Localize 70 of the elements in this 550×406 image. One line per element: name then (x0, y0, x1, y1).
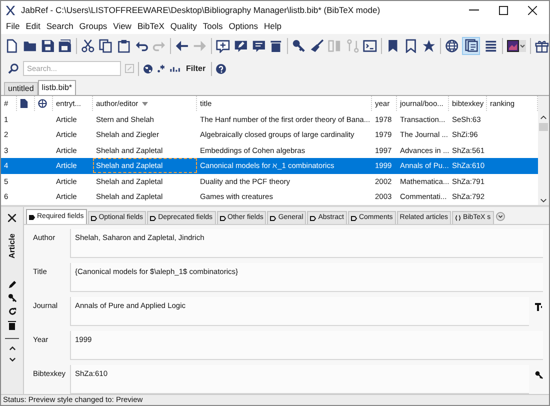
menu-item[interactable]: Options (226, 20, 261, 34)
braces-icon (455, 215, 462, 221)
tag-icon (350, 216, 357, 220)
tag-icon (29, 214, 35, 220)
scrollbar-thumb[interactable] (539, 122, 548, 131)
maximize-icon[interactable] (499, 6, 508, 15)
help-icon[interactable] (216, 64, 226, 74)
bookmark-icon[interactable] (386, 38, 400, 53)
menu-item[interactable]: BibTeX (134, 20, 168, 34)
tag-icon (220, 216, 226, 220)
key-icon[interactable] (292, 38, 306, 53)
menu-item[interactable]: File (3, 20, 23, 34)
new-file-icon[interactable] (5, 38, 19, 53)
documents-icon (464, 39, 478, 52)
entry-preview-toggle[interactable] (462, 36, 480, 55)
close-icon[interactable] (8, 214, 16, 222)
regex-icon[interactable] (157, 64, 166, 74)
clipboard-icon[interactable] (116, 38, 131, 53)
bookmark-outline-icon[interactable] (404, 38, 418, 53)
vertical-scrollbar[interactable] (538, 96, 549, 206)
tab-list-dropdown-icon[interactable] (496, 212, 505, 221)
sort-descending-icon (142, 102, 148, 106)
folder-icon[interactable] (22, 38, 37, 53)
scroll-up-icon[interactable] (540, 114, 547, 120)
text-format-icon[interactable] (535, 303, 543, 311)
move-up-icon[interactable] (8, 346, 16, 351)
pencil-icon[interactable] (8, 280, 16, 289)
trash-icon[interactable] (8, 320, 16, 330)
menu-item[interactable]: View (110, 20, 134, 34)
library-tab[interactable]: untitled (4, 82, 38, 95)
menu-item[interactable]: Quality (167, 20, 200, 34)
trash-icon[interactable] (269, 38, 284, 53)
star-icon[interactable] (422, 38, 436, 53)
menu-item[interactable]: Help (261, 20, 284, 34)
file-icon (20, 99, 28, 108)
refresh-icon[interactable] (8, 307, 16, 316)
undo-icon[interactable] (134, 38, 148, 53)
key-icon[interactable] (8, 293, 16, 303)
app-logo-icon (5, 4, 16, 16)
key-icon[interactable] (535, 371, 543, 379)
menu-item[interactable]: Tools (200, 20, 226, 34)
color-preview-icon[interactable] (507, 40, 519, 52)
window-title: JabRef - C:\Users\LISTOFFREEWARE\Desktop\Bibliography Manager\listb.bib* (BibTeX mode) (21, 4, 380, 17)
gift-icon[interactable] (534, 38, 549, 53)
close-icon[interactable] (528, 6, 537, 15)
terminal-icon[interactable] (363, 38, 378, 53)
menu-item[interactable]: Edit (22, 20, 44, 34)
move-down-icon[interactable] (8, 357, 16, 362)
note-icon[interactable] (252, 38, 266, 53)
scissors-icon[interactable] (81, 38, 96, 53)
list-icon[interactable] (484, 38, 498, 53)
edit-comment-icon[interactable] (234, 38, 248, 53)
save-all-icon[interactable] (58, 38, 72, 53)
add-comment-icon[interactable] (216, 38, 230, 53)
tag-icon (310, 216, 316, 220)
scroll-down-icon[interactable] (540, 198, 547, 204)
tag-icon (270, 216, 276, 220)
search-icon (8, 63, 19, 74)
copy-icon[interactable] (99, 38, 113, 53)
entry-type-label: Article (6, 234, 17, 258)
tag-icon (90, 216, 97, 220)
filter-button[interactable]: Filter (185, 62, 207, 75)
tag-icon (150, 216, 156, 220)
menu-item[interactable]: Groups (76, 20, 110, 34)
back-arrow-icon[interactable] (175, 38, 190, 53)
library-tab[interactable]: listb.bib* (38, 80, 76, 95)
broom-icon[interactable] (310, 38, 324, 53)
dropdown-icon[interactable] (519, 40, 526, 52)
menu-item[interactable]: Search (43, 20, 76, 34)
save-icon[interactable] (40, 38, 54, 53)
